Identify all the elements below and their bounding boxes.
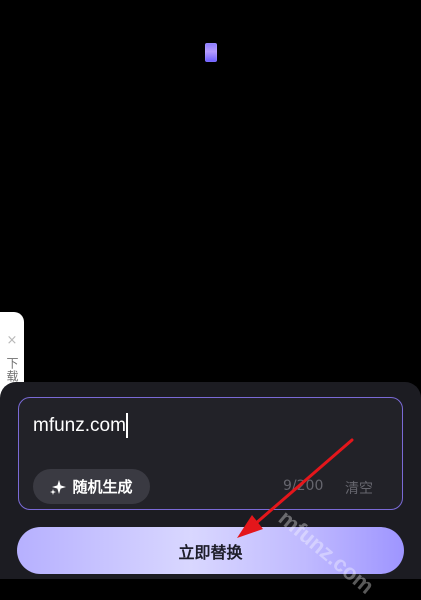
app-icon bbox=[205, 43, 217, 62]
random-generate-label: 随机生成 bbox=[72, 478, 133, 496]
char-counter: 9/200 bbox=[283, 478, 324, 494]
clear-button[interactable]: 清空 bbox=[345, 478, 373, 498]
input-value[interactable]: mfunz.com bbox=[33, 414, 126, 438]
close-icon[interactable]: × bbox=[7, 334, 18, 347]
replace-now-label: 立即替换 bbox=[178, 542, 243, 562]
sparkle-icon bbox=[50, 479, 67, 495]
random-generate-button[interactable]: 随机生成 bbox=[33, 469, 150, 504]
text-caret bbox=[126, 413, 128, 438]
